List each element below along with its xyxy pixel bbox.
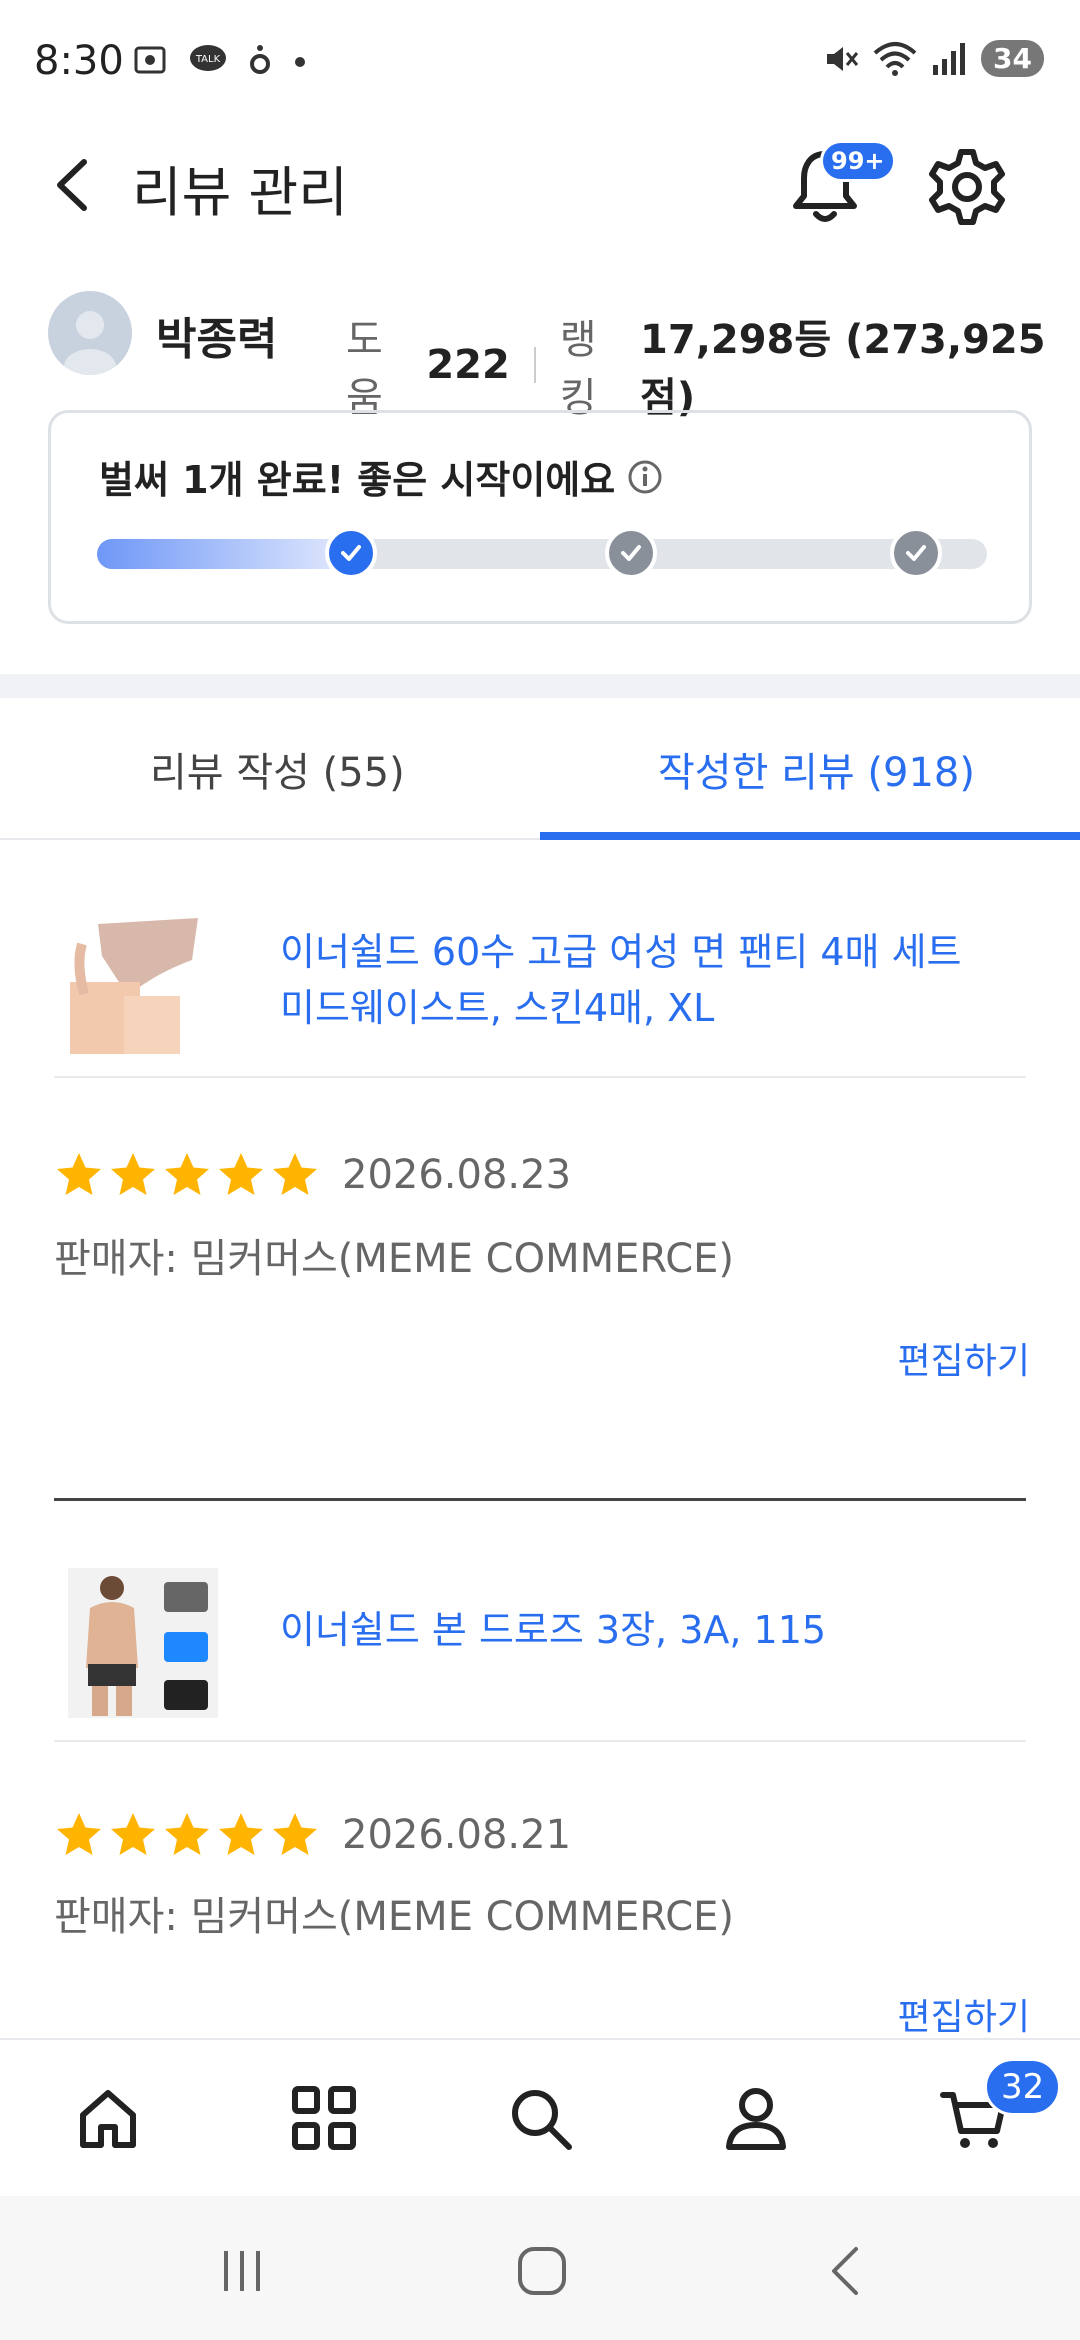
progress-fill bbox=[97, 539, 357, 569]
status-bar: 8:30 TALK 34 bbox=[0, 0, 1080, 130]
category-grid-icon bbox=[292, 2086, 356, 2150]
info-icon[interactable] bbox=[627, 459, 663, 495]
home-icon bbox=[80, 2090, 136, 2148]
nav-categories[interactable] bbox=[274, 2068, 374, 2168]
star-icon bbox=[57, 1813, 101, 1855]
rating-row: 2026.08.23 bbox=[54, 1150, 571, 1200]
status-notification-icons: TALK bbox=[132, 42, 308, 78]
nav-my-page[interactable] bbox=[706, 2068, 806, 2168]
notification-badge: 99+ bbox=[820, 140, 896, 182]
more-dot-icon bbox=[295, 57, 305, 67]
stats-separator bbox=[533, 347, 536, 383]
page-title: 리뷰 관리 bbox=[132, 161, 348, 224]
nav-home[interactable] bbox=[58, 2068, 158, 2168]
avatar[interactable] bbox=[48, 291, 132, 375]
star-icon bbox=[273, 1813, 317, 1855]
tab-write-review[interactable]: 리뷰 작성 (55) bbox=[150, 740, 405, 798]
profile-summary: 박종력 도움 222 랭킹 17,298등 (273,925점) bbox=[0, 285, 1080, 421]
search-icon bbox=[512, 2090, 572, 2150]
back-button[interactable] bbox=[40, 150, 110, 220]
help-label: 도움 bbox=[346, 317, 383, 421]
rating-row: 2026.08.21 bbox=[54, 1810, 571, 1860]
ranking-value: 17,298등 (273,925점) bbox=[640, 317, 1046, 421]
product-row[interactable]: 이너쉴드 60수 고급 여성 면 팬티 4매 세트 미드웨이스트, 스킨4매, … bbox=[54, 868, 1026, 1078]
review-divider bbox=[54, 1498, 1026, 1501]
system-back-icon bbox=[832, 2247, 858, 2295]
star-icon bbox=[165, 1153, 209, 1195]
settings-button[interactable] bbox=[922, 142, 1012, 232]
svg-text:TALK: TALK bbox=[195, 54, 221, 65]
progress-message: 벌써 1개 완료! 좋은 시작이에요 bbox=[99, 458, 616, 502]
star-icon bbox=[273, 1153, 317, 1195]
cart-count-badge: 32 bbox=[984, 2058, 1062, 2116]
status-time: 8:30 bbox=[34, 38, 124, 84]
home-circle-icon bbox=[518, 2247, 566, 2295]
check-icon bbox=[621, 545, 641, 561]
product-thumbnail[interactable] bbox=[68, 1568, 218, 1718]
review-date: 2026.08.21 bbox=[342, 1812, 572, 1858]
user-stats: 도움 222 랭킹 17,298등 (273,925점) bbox=[346, 307, 1080, 423]
review-date: 2026.08.23 bbox=[342, 1152, 572, 1198]
status-system-icons: 34 bbox=[823, 40, 1044, 77]
edit-review-link[interactable]: 편집하기 bbox=[898, 1988, 1030, 2040]
product-row[interactable]: 이너쉴드 본 드로즈 3장, 3A, 115 bbox=[54, 1532, 1026, 1742]
progress-step-3 bbox=[889, 527, 942, 579]
user-name: 박종력 bbox=[156, 314, 278, 365]
star-icon bbox=[111, 1153, 155, 1195]
product-image-panties bbox=[68, 904, 218, 1054]
progress-step-2 bbox=[605, 527, 657, 579]
review-progress-card: 벌써 1개 완료! 좋은 시작이에요 bbox=[48, 410, 1032, 624]
help-count: 222 bbox=[426, 342, 510, 388]
home-system-button[interactable] bbox=[502, 2236, 582, 2306]
recent-apps-button[interactable] bbox=[202, 2236, 282, 2306]
progress-header: 벌써 1개 완료! 좋은 시작이에요 bbox=[99, 449, 663, 504]
product-thumbnail[interactable] bbox=[68, 904, 218, 1054]
battery-indicator: 34 bbox=[981, 40, 1044, 77]
progress-track bbox=[97, 527, 987, 579]
recent-apps-icon bbox=[224, 2251, 260, 2291]
seller-info: 판매자: 밈커머스(MEME COMMERCE) bbox=[54, 1894, 735, 1940]
app-header: 리뷰 관리 99+ bbox=[0, 130, 1080, 240]
signal-icon bbox=[933, 42, 966, 75]
bottom-navigation: 32 bbox=[0, 2038, 1080, 2194]
system-back-button[interactable] bbox=[806, 2236, 886, 2306]
mute-icon bbox=[827, 46, 859, 71]
check-icon bbox=[340, 545, 361, 561]
product-name[interactable]: 이너쉴드 60수 고급 여성 면 팬티 4매 세트 미드웨이스트, 스킨4매, … bbox=[280, 924, 1000, 1036]
star-rating bbox=[54, 1150, 324, 1200]
star-icon bbox=[57, 1153, 101, 1195]
review-tabs: 리뷰 작성 (55) 작성한 리뷰 (918) bbox=[0, 698, 1080, 840]
back-arrow-icon bbox=[57, 159, 87, 211]
check-icon bbox=[905, 545, 926, 561]
nav-search[interactable] bbox=[490, 2068, 590, 2168]
default-avatar-icon bbox=[64, 311, 116, 375]
section-divider bbox=[0, 674, 1080, 698]
star-icon bbox=[111, 1813, 155, 1855]
wifi-icon bbox=[873, 41, 917, 76]
talk-icon: TALK bbox=[190, 45, 226, 71]
app-notification-icon bbox=[250, 45, 270, 74]
ranking-label: 랭킹 bbox=[559, 317, 597, 421]
active-tab-indicator bbox=[540, 832, 1080, 840]
progress-step-1 bbox=[324, 527, 377, 579]
product-image-drawers bbox=[68, 1568, 218, 1718]
gear-icon bbox=[929, 149, 1005, 225]
tab-written-reviews[interactable]: 작성한 리뷰 (918) bbox=[658, 740, 975, 798]
star-icon bbox=[219, 1153, 263, 1195]
star-icon bbox=[165, 1813, 209, 1855]
system-navigation-bar bbox=[0, 2196, 1080, 2340]
user-icon bbox=[726, 2088, 786, 2150]
star-icon bbox=[219, 1813, 263, 1855]
product-name[interactable]: 이너쉴드 본 드로즈 3장, 3A, 115 bbox=[280, 1602, 1000, 1658]
star-rating bbox=[54, 1810, 324, 1860]
seller-info: 판매자: 밈커머스(MEME COMMERCE) bbox=[54, 1236, 735, 1282]
screenshot-icon bbox=[134, 46, 166, 74]
edit-review-link[interactable]: 편집하기 bbox=[898, 1332, 1030, 1384]
